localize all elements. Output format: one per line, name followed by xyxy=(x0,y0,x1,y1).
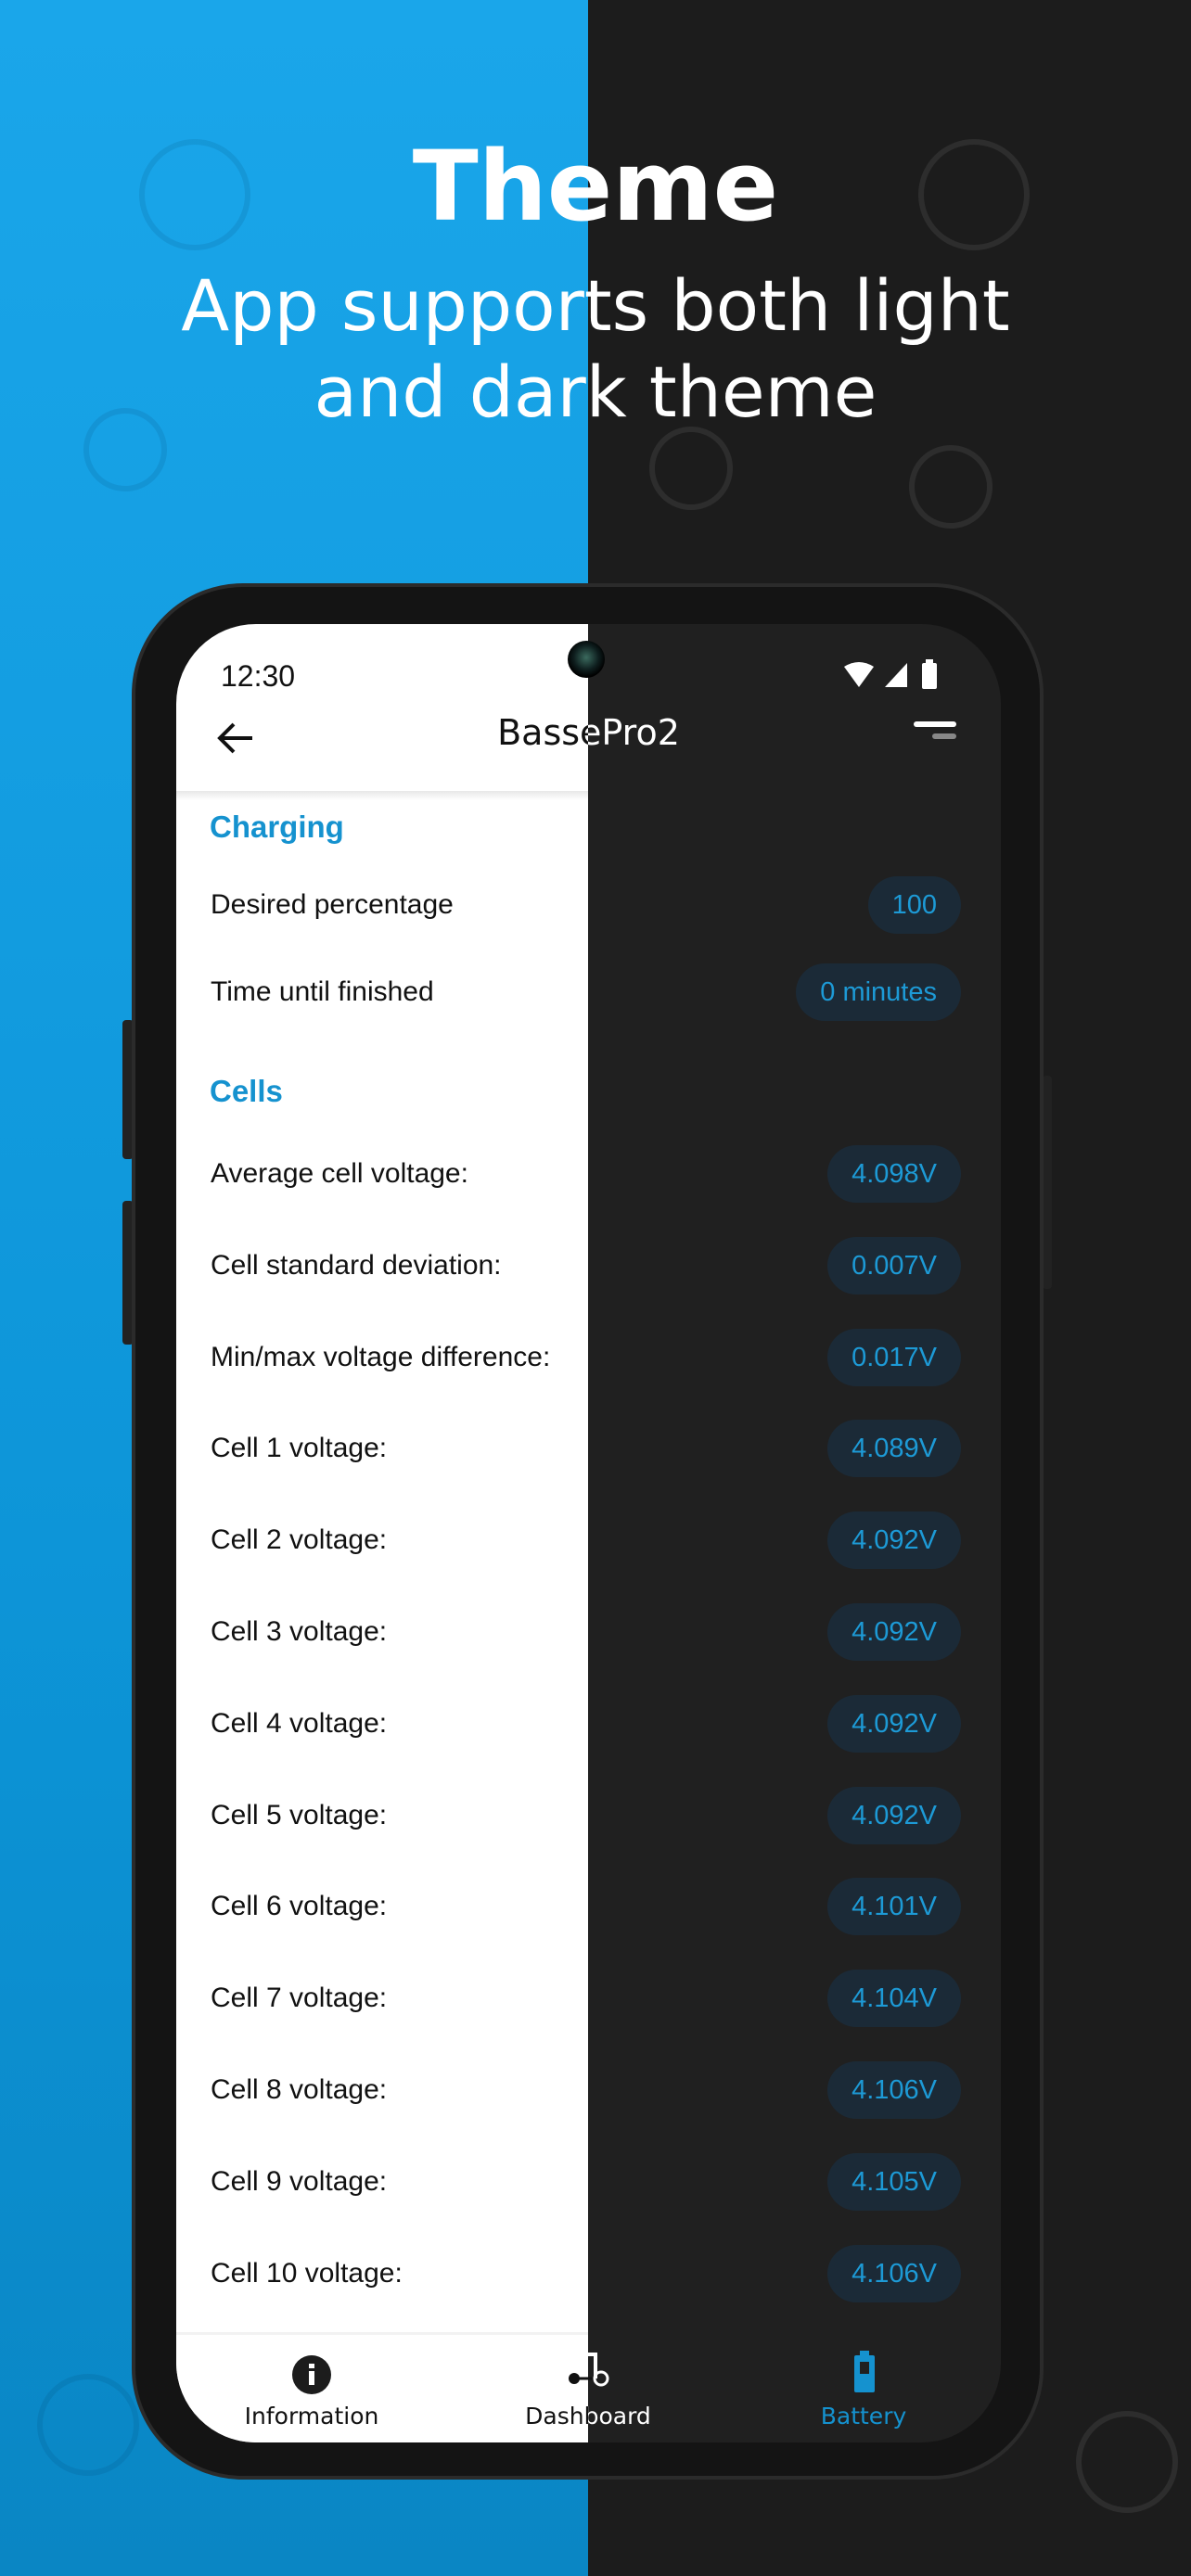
value-pill: 4.105V xyxy=(827,2152,961,2211)
row-label: Cell 5 voltage: xyxy=(211,1799,388,1830)
value-pill: 0 minutes xyxy=(796,963,961,1021)
row-label: Cell 4 voltage: xyxy=(211,1707,388,1739)
info-icon xyxy=(292,2355,331,2394)
value-pill: 4.106V xyxy=(827,2061,961,2119)
value-pill: 4.092V xyxy=(827,1511,961,1570)
hero-subtitle-line1: App supports both light xyxy=(181,264,1010,347)
status-icons xyxy=(844,659,937,689)
app-bar-shadow xyxy=(176,791,588,800)
battery-icon xyxy=(922,663,937,689)
wifi-icon xyxy=(844,662,874,687)
value-pill: 0.007V xyxy=(827,1236,961,1294)
row-label: Cell 9 voltage: xyxy=(211,2165,388,2197)
nav-label-information: Information xyxy=(244,2403,379,2429)
status-time: 12:30 xyxy=(221,659,296,693)
value-pill: 4.092V xyxy=(827,1694,961,1753)
camera-icon xyxy=(568,641,605,678)
row-label: Cell 2 voltage: xyxy=(211,1524,388,1556)
value-pill: 4.106V xyxy=(827,2244,961,2302)
sort-menu-icon[interactable] xyxy=(914,721,960,744)
phone-side-button xyxy=(1043,1076,1052,1289)
row-label: Cell 8 voltage: xyxy=(211,2074,388,2105)
section-cells-title: Cells xyxy=(210,1074,283,1108)
row-label: Average cell voltage: xyxy=(211,1158,468,1189)
pattern-wheel-icon xyxy=(909,445,992,529)
row-label: Desired percentage xyxy=(211,889,454,920)
value-pill: 4.104V xyxy=(827,1970,961,2028)
row-label: Cell 1 voltage: xyxy=(211,1433,388,1464)
value-pill: 4.098V xyxy=(827,1145,961,1203)
nav-label-battery: Battery xyxy=(820,2403,907,2429)
section-charging-title: Charging xyxy=(210,810,344,844)
hero-subtitle-line2: and dark theme xyxy=(314,351,877,433)
value-pill: 100 xyxy=(867,876,961,934)
row-label: Cell 6 voltage: xyxy=(211,1891,388,1922)
battery-icon xyxy=(854,2351,875,2392)
scooter-icon xyxy=(569,2353,609,2387)
value-pill: 4.092V xyxy=(827,1786,961,1844)
hero-title: Theme xyxy=(412,130,779,243)
row-label: Cell 7 voltage: xyxy=(211,1983,388,2014)
pattern-wheel-icon xyxy=(37,2374,139,2476)
row-label: Min/max voltage difference: xyxy=(211,1341,551,1372)
value-pill: 4.101V xyxy=(827,1878,961,1936)
app-screen: 12:30 BassePro2 BassePro2 Charging Desir… xyxy=(176,624,1001,2442)
value-pill: 4.089V xyxy=(827,1420,961,1478)
value-pill: 4.092V xyxy=(827,1603,961,1661)
pattern-wheel-icon xyxy=(649,427,733,510)
row-label: Cell 10 voltage: xyxy=(211,2257,403,2289)
value-pill: 0.017V xyxy=(827,1328,961,1386)
row-label: Time until finished xyxy=(211,976,434,1007)
row-label: Cell 3 voltage: xyxy=(211,1616,388,1647)
pattern-wheel-icon xyxy=(1076,2411,1178,2513)
signal-icon xyxy=(885,663,907,687)
row-label: Cell standard deviation: xyxy=(211,1249,502,1281)
